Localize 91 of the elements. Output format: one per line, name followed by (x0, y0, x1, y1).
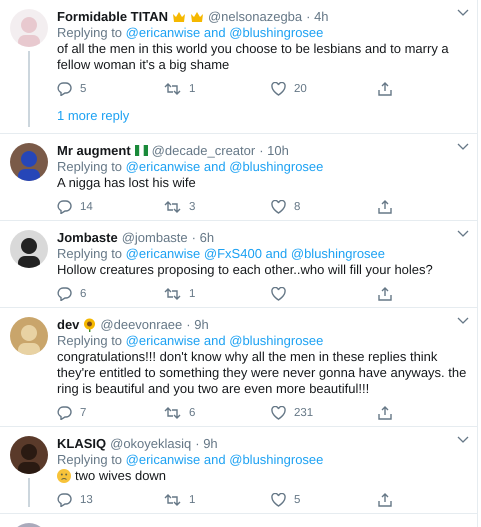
crown-icon (172, 10, 186, 22)
caret-icon[interactable] (457, 317, 469, 325)
like-button[interactable]: 8 (271, 200, 378, 214)
mention-link[interactable]: @FxS400 (204, 246, 262, 261)
retweet-button[interactable]: 1 (164, 82, 271, 96)
like-button[interactable]: 231 (271, 406, 378, 420)
mention-link[interactable]: and (266, 246, 288, 261)
heart-icon (271, 287, 286, 301)
heart-icon (271, 406, 286, 420)
share-icon (378, 200, 392, 214)
flag-icon (134, 145, 148, 156)
replying-to-line: Replying to @ericanwise and @blushingrosee (57, 25, 324, 40)
more-replies-link[interactable]: 1 more reply (57, 108, 469, 123)
mention-link[interactable]: and (204, 452, 226, 467)
reply-button[interactable]: 6 (57, 287, 164, 301)
retweet-button[interactable]: 3 (164, 200, 271, 214)
reply-icon (57, 82, 72, 96)
share-button[interactable] (378, 200, 392, 214)
replying-to-line: Replying to @ericanwise @FxS400 and @blushingrosee (57, 246, 386, 261)
user-name[interactable]: KLASIQ (57, 436, 106, 451)
tweet-time: · 4h (306, 9, 329, 24)
mention-link[interactable]: and (204, 25, 226, 40)
user-handle: @jombaste (122, 230, 188, 245)
retweet-button[interactable]: 6 (164, 406, 271, 420)
tweet-text: congratulations!!! don't know why all the men in these replies think they're entitled to something they were never gonna have anyways. the ring is beautiful and you two are even more beautiful!!! (57, 349, 468, 397)
retweet-icon (164, 288, 181, 300)
reply-button[interactable]: 7 (57, 406, 164, 420)
reply-icon (57, 406, 72, 420)
retweet-icon (164, 494, 181, 506)
replying-to-line: Replying to @ericanwise and @blushingrosee (57, 159, 324, 174)
user-name[interactable]: Jombaste (57, 230, 118, 245)
mention-link[interactable]: @ericanwise (126, 452, 200, 467)
share-button[interactable] (378, 406, 392, 420)
tweet-text: two wives down (75, 468, 166, 484)
tweet-text: Hollow creatures proposing to each other..who will fill your holes? (57, 262, 433, 278)
retweet-icon (164, 83, 181, 95)
share-button[interactable] (378, 287, 392, 301)
retweet-button[interactable]: 1 (164, 493, 271, 507)
heart-icon (271, 493, 286, 507)
retweet-icon (164, 201, 181, 213)
sad-face-icon (57, 469, 71, 483)
reply-button[interactable]: 14 (57, 200, 164, 214)
share-icon (378, 82, 392, 96)
user-name[interactable]: Mr augment (57, 143, 131, 158)
user-name[interactable]: dev (57, 317, 80, 332)
caret-icon[interactable] (457, 436, 469, 444)
reply-button[interactable]: 13 (57, 493, 164, 507)
mention-link[interactable]: @blushingrosee (229, 333, 324, 348)
retweet-button[interactable]: 1 (164, 287, 271, 301)
user-handle: @nelsonazegba (208, 9, 302, 24)
crown-icon (190, 10, 204, 22)
caret-icon[interactable] (457, 9, 469, 17)
share-icon (378, 493, 392, 507)
heart-icon (271, 82, 286, 96)
sunflower-icon (83, 318, 96, 332)
like-button[interactable]: 5 (271, 493, 378, 507)
caret-icon[interactable] (457, 143, 469, 151)
mention-link[interactable]: @ericanwise (126, 25, 200, 40)
user-handle: @decade_creator (152, 143, 256, 158)
mention-link[interactable]: @ericanwise (126, 333, 200, 348)
mention-link[interactable]: and (204, 159, 226, 174)
tweet-time: · 9h (186, 317, 209, 332)
share-button[interactable] (378, 493, 392, 507)
replying-to-line: Replying to @ericanwise and @blushingrosee (57, 333, 324, 348)
reply-icon (57, 200, 72, 214)
mention-link[interactable]: @blushingrosee (290, 246, 386, 261)
tweet-time: · 9h (195, 436, 218, 451)
mention-link[interactable]: @blushingrosee (229, 25, 324, 40)
user-handle: @deevonraee (100, 317, 182, 332)
user-handle: @okoyeklasiq (110, 436, 192, 451)
mention-link[interactable]: @blushingrosee (229, 159, 324, 174)
share-button[interactable] (378, 82, 392, 96)
like-button[interactable]: 20 (271, 82, 378, 96)
tweet-time: · 6h (192, 230, 214, 245)
share-icon (378, 287, 392, 301)
share-icon (378, 406, 392, 420)
replying-to-line: Replying to @ericanwise and @blushingrosee (57, 452, 324, 467)
user-name[interactable]: Formidable TITAN (57, 9, 168, 24)
tweet-text: of all the men in this world you choose to be lesbians and to marry a fellow woman it's a big shame (57, 41, 450, 73)
heart-icon (271, 200, 286, 214)
tweet-time: · 10h (259, 143, 289, 158)
reply-icon (57, 493, 72, 507)
mention-link[interactable]: @ericanwise (126, 159, 200, 174)
mention-link[interactable]: @ericanwise (126, 246, 200, 261)
mention-link[interactable]: and (204, 333, 226, 348)
reply-button[interactable]: 5 (57, 82, 164, 96)
mention-link[interactable]: @blushingrosee (229, 452, 324, 467)
caret-icon[interactable] (457, 230, 469, 238)
reply-icon (57, 287, 72, 301)
retweet-icon (164, 407, 181, 419)
tweet-text: A nigga has lost his wife (57, 175, 196, 191)
